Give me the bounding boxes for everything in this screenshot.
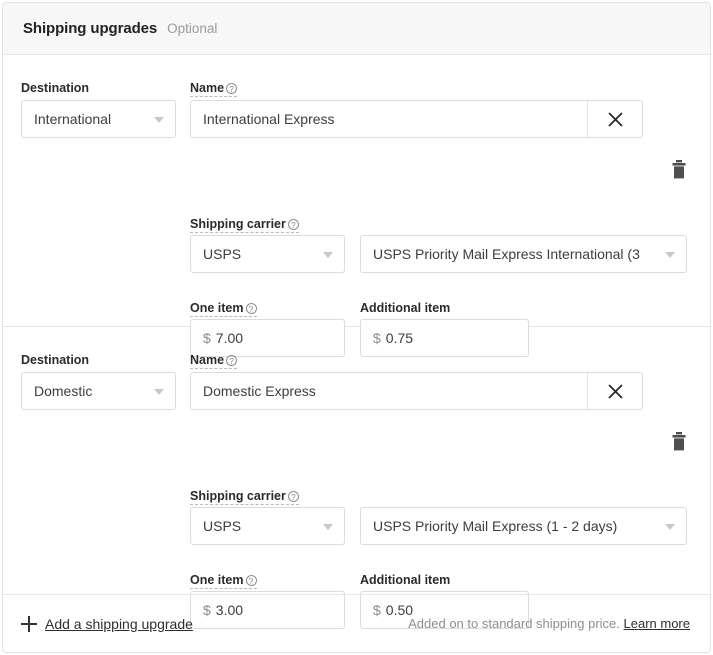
help-icon[interactable]: ?	[287, 218, 299, 230]
chevron-down-icon	[154, 389, 164, 395]
shipping-upgrade-row: Destination Domestic Name? Domestic Expr…	[3, 327, 710, 629]
one-item-label-text: One item	[190, 573, 244, 587]
destination-label: Destination	[21, 353, 90, 367]
trash-icon[interactable]	[671, 432, 687, 456]
carrier-select[interactable]: USPS	[190, 507, 345, 545]
help-icon[interactable]: ?	[245, 302, 257, 314]
name-input[interactable]: International Express	[190, 100, 643, 138]
destination-select[interactable]: Domestic	[21, 372, 176, 410]
carrier-value: USPS	[203, 246, 242, 262]
service-value: USPS Priority Mail Express International…	[373, 246, 640, 262]
card-footer: Add a shipping upgrade Added on to stand…	[3, 594, 710, 652]
footer-note-text: Added on to standard shipping price.	[408, 616, 620, 631]
footer-note: Added on to standard shipping price. Lea…	[408, 616, 690, 631]
additional-item-label: Additional item	[360, 301, 451, 315]
trash-icon[interactable]	[671, 160, 687, 184]
service-select[interactable]: USPS Priority Mail Express International…	[360, 235, 687, 273]
page-title: Shipping upgrades	[23, 20, 158, 37]
shipping-upgrades-card: Shipping upgrades Optional Destination I…	[2, 2, 711, 653]
chevron-down-icon	[323, 252, 333, 258]
shipping-carrier-label: Shipping carrier?	[190, 215, 299, 233]
chevron-down-icon	[323, 524, 333, 530]
name-label: Name?	[190, 79, 238, 97]
shipping-upgrade-row: Destination International Name? Internat…	[3, 55, 710, 357]
chevron-down-icon	[665, 252, 675, 258]
destination-select[interactable]: International	[21, 100, 176, 138]
name-label-text: Name	[190, 81, 225, 95]
chevron-down-icon	[665, 524, 675, 530]
help-icon[interactable]: ?	[245, 574, 257, 586]
destination-value: Domestic	[34, 383, 93, 399]
learn-more-link[interactable]: Learn more	[624, 616, 690, 631]
one-item-label: One item?	[190, 571, 257, 589]
name-label: Name?	[190, 351, 238, 369]
additional-item-label: Additional item	[360, 573, 451, 587]
carrier-select[interactable]: USPS	[190, 235, 345, 273]
name-input-value: International Express	[203, 111, 335, 127]
shipping-carrier-label-text: Shipping carrier	[190, 217, 286, 231]
close-icon[interactable]	[587, 101, 642, 137]
card-header: Shipping upgrades Optional	[3, 3, 710, 55]
name-label-text: Name	[190, 353, 225, 367]
service-value: USPS Priority Mail Express (1 - 2 days)	[373, 518, 618, 534]
name-input[interactable]: Domestic Express	[190, 372, 643, 410]
add-shipping-upgrade-button[interactable]: Add a shipping upgrade	[21, 615, 193, 632]
help-icon[interactable]: ?	[226, 82, 238, 94]
one-item-label: One item?	[190, 299, 257, 317]
carrier-value: USPS	[203, 518, 242, 534]
name-input-value: Domestic Express	[203, 383, 316, 399]
help-icon[interactable]: ?	[287, 490, 299, 502]
shipping-carrier-label: Shipping carrier?	[190, 487, 299, 505]
service-select[interactable]: USPS Priority Mail Express (1 - 2 days)	[360, 507, 687, 545]
optional-badge: Optional	[167, 21, 218, 36]
destination-label: Destination	[21, 81, 90, 95]
one-item-label-text: One item	[190, 301, 244, 315]
plus-icon	[21, 615, 37, 632]
help-icon[interactable]: ?	[226, 354, 238, 366]
shipping-carrier-label-text: Shipping carrier	[190, 489, 286, 503]
add-shipping-upgrade-label: Add a shipping upgrade	[45, 615, 193, 632]
destination-value: International	[34, 111, 112, 127]
chevron-down-icon	[154, 117, 164, 123]
close-icon[interactable]	[587, 373, 642, 409]
